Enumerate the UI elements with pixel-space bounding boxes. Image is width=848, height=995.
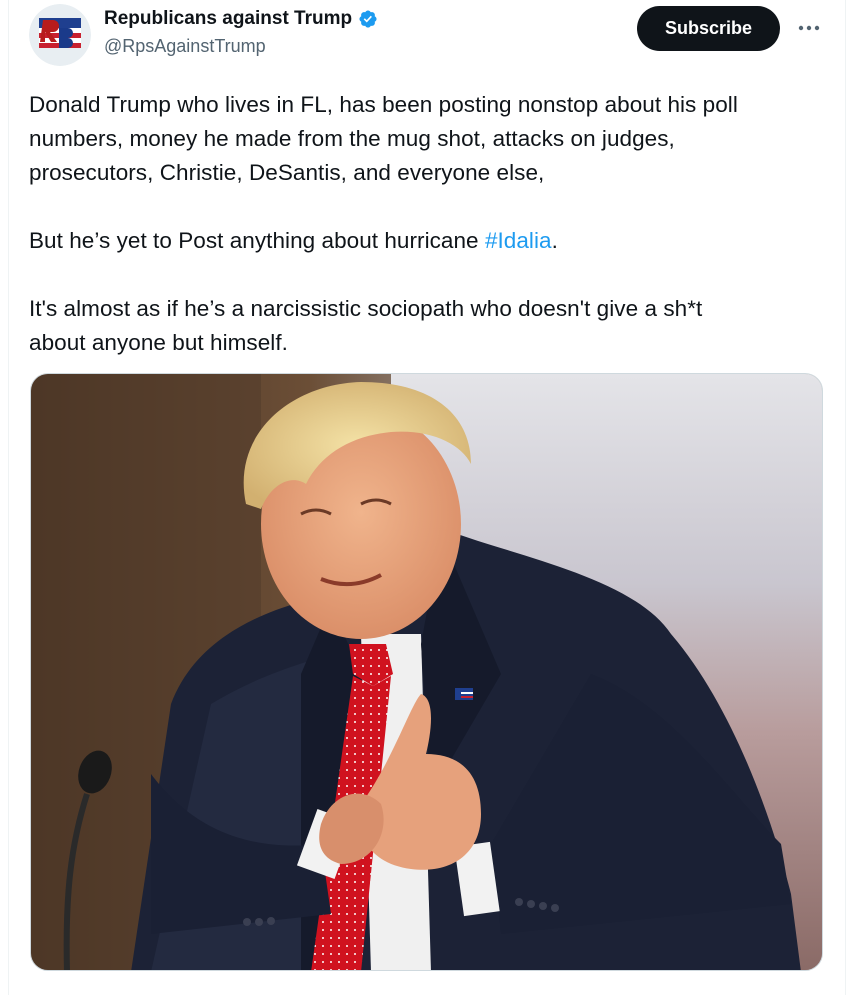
tweet-line: numbers, money he made from the mug shot… bbox=[29, 126, 675, 151]
hashtag-link[interactable]: #Idalia bbox=[485, 228, 552, 253]
tweet-line: Donald Trump who lives in FL, has been p… bbox=[29, 92, 738, 117]
tweet-line: about anyone but himself. bbox=[29, 330, 288, 355]
more-options-button[interactable] bbox=[795, 14, 823, 42]
author-name-row[interactable]: Republicans against Trump bbox=[104, 8, 378, 30]
tweet-text-segment: But he’s yet to Post anything about hurr… bbox=[29, 228, 485, 253]
tweet-text-segment: . bbox=[551, 228, 558, 253]
tweet-line: prosecutors, Christie, DeSantis, and eve… bbox=[29, 160, 545, 185]
author-handle[interactable]: @RpsAgainstTrump bbox=[104, 36, 266, 57]
tweet-text: Donald Trump who lives in FL, has been p… bbox=[29, 88, 829, 360]
verified-badge-icon bbox=[359, 10, 377, 28]
avatar-logo-icon bbox=[29, 4, 91, 66]
author-display-name[interactable]: Republicans against Trump bbox=[104, 8, 352, 30]
tweet-line: It's almost as if he’s a narcissistic so… bbox=[29, 296, 703, 321]
more-horizontal-icon bbox=[798, 25, 820, 31]
tweet-card: Republicans against Trump @RpsAgainstTru… bbox=[8, 0, 846, 995]
photo-image bbox=[31, 374, 822, 970]
avatar[interactable] bbox=[29, 4, 91, 66]
tweet-photo[interactable] bbox=[30, 373, 823, 971]
subscribe-button[interactable]: Subscribe bbox=[637, 6, 780, 51]
tweet-line: But he’s yet to Post anything about hurr… bbox=[29, 224, 829, 258]
